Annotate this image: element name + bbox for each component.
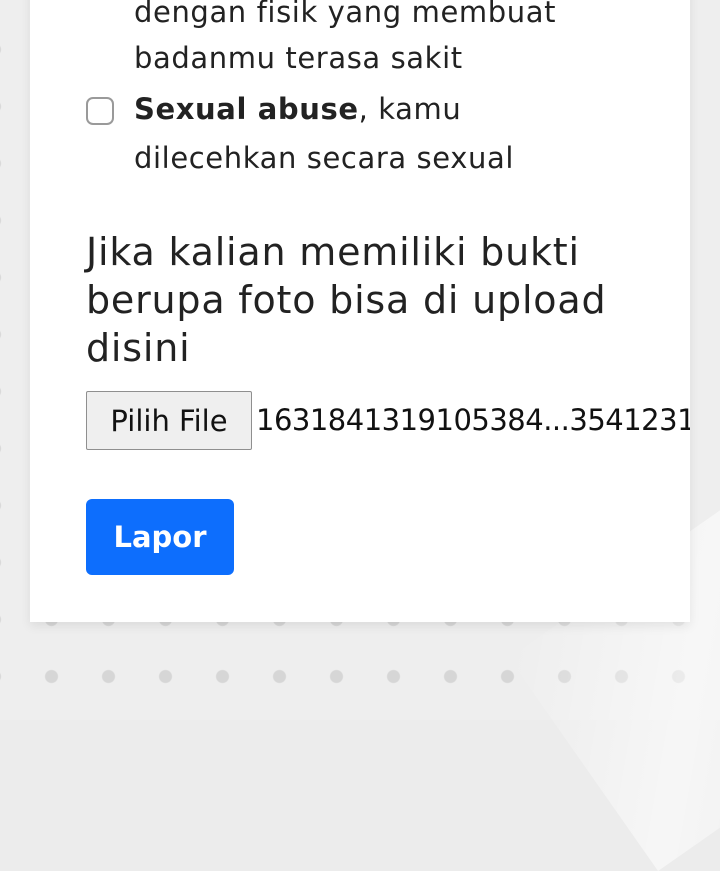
sexual-abuse-description: dilecehkan secara sexual bbox=[134, 141, 514, 175]
physical-abuse-description-line1: dengan fisik yang membuat bbox=[134, 0, 557, 29]
sexual-abuse-title: Sexual abuse bbox=[134, 92, 359, 126]
choose-file-button[interactable]: Pilih File bbox=[86, 391, 252, 450]
physical-abuse-description-line2: badanmu terasa sakit bbox=[134, 41, 463, 75]
sexual-abuse-checkbox[interactable] bbox=[86, 97, 114, 125]
selected-file-name: 1631841319105384...3541231530 bbox=[256, 403, 690, 437]
report-form-card: dengan fisik yang membuat badanmu terasa… bbox=[30, 0, 690, 622]
sexual-abuse-label-rest: , kamu bbox=[358, 92, 462, 126]
upload-instructions: Jika kalian memiliki bukti berupa foto b… bbox=[86, 230, 607, 370]
submit-report-button[interactable]: Lapor bbox=[86, 499, 234, 575]
sexual-abuse-label[interactable]: Sexual abuse, kamu bbox=[134, 85, 461, 133]
